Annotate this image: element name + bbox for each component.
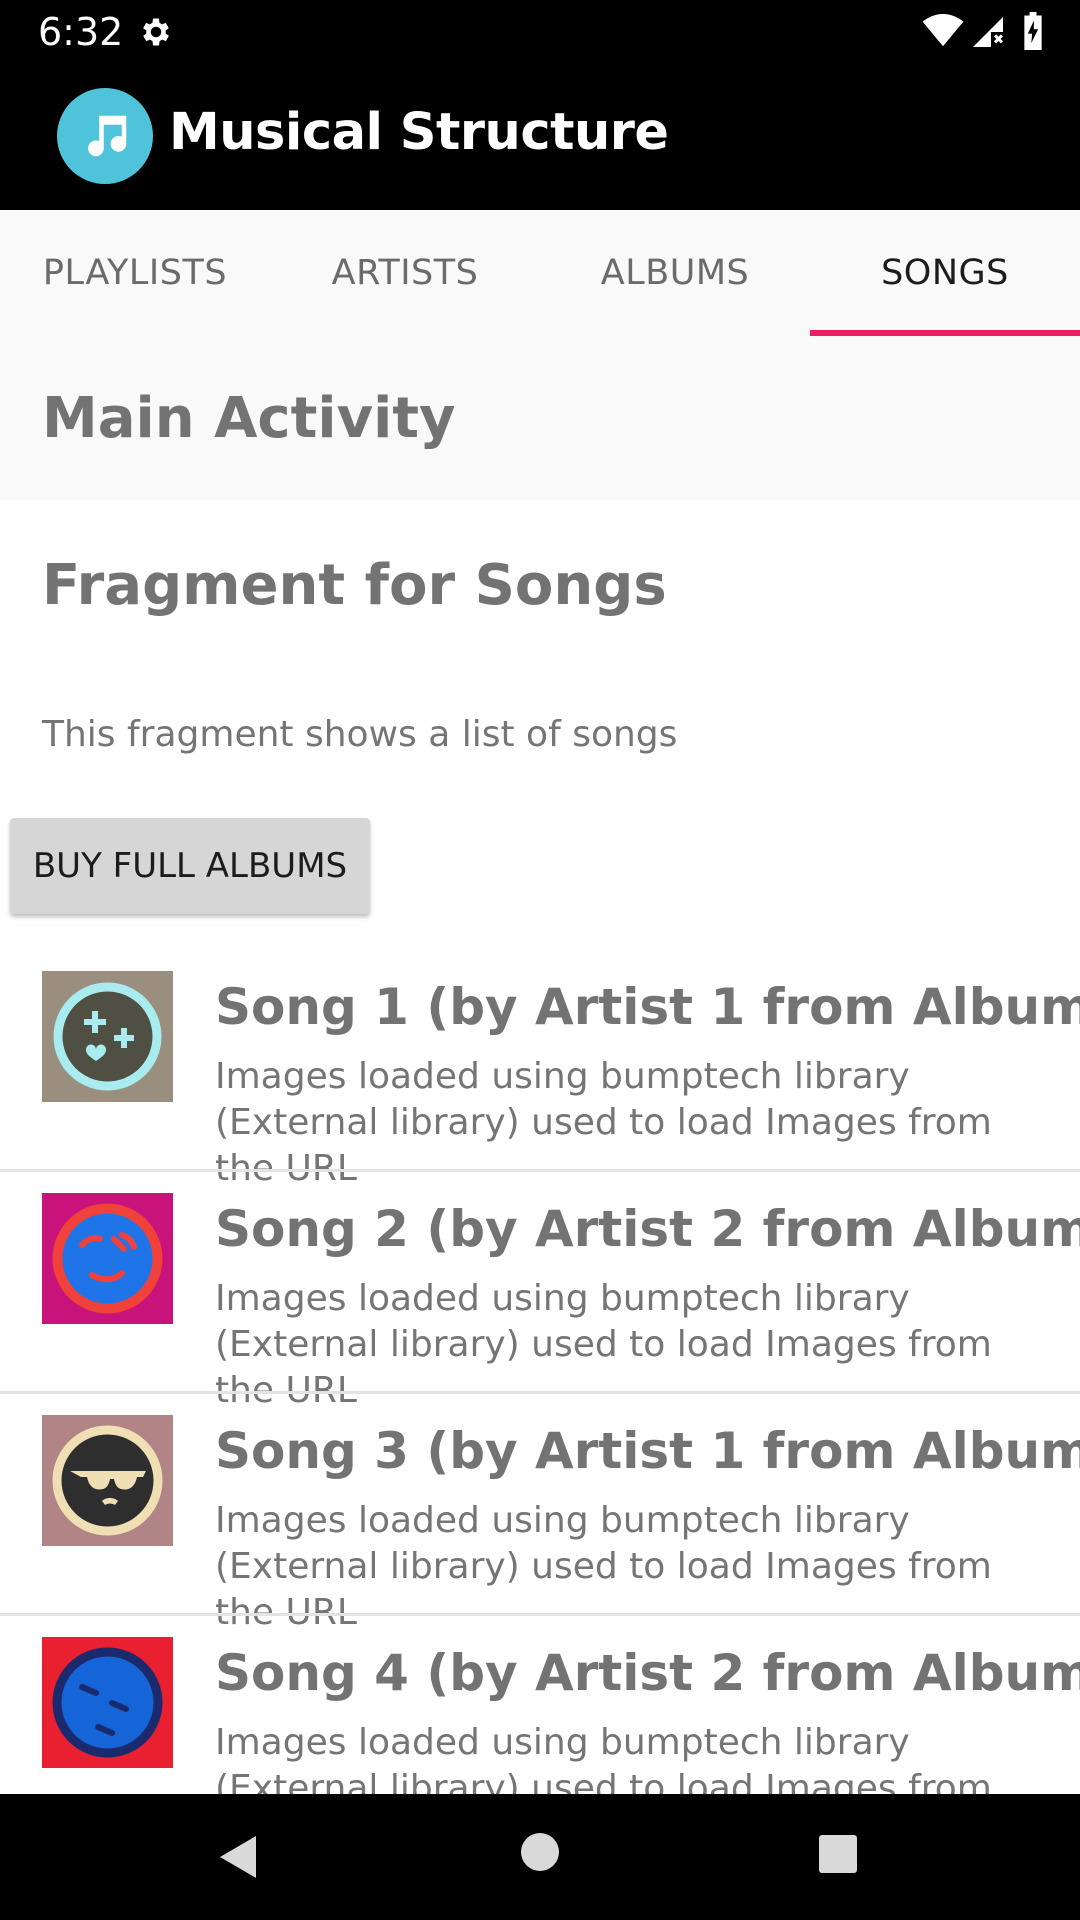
- navigation-bar: [0, 1794, 1080, 1920]
- song-thumbnail: [42, 971, 173, 1102]
- status-time: 6:32: [38, 10, 124, 54]
- song-thumbnail: [42, 1415, 173, 1546]
- status-bar: 6:32: [0, 0, 1080, 63]
- gear-icon: [143, 18, 169, 46]
- app-title: Musical Structure: [169, 103, 669, 162]
- song-title: Song 4 (by Artist 2 from Album 2): [215, 1644, 1080, 1702]
- buy-full-albums-button[interactable]: BUY FULL ALBUMS: [10, 818, 370, 914]
- fragment-title: Fragment for Songs: [42, 553, 667, 618]
- song-title: Song 2 (by Artist 2 from Album 2): [215, 1200, 1080, 1258]
- song-thumbnail: [42, 1193, 173, 1324]
- home-icon[interactable]: [520, 1832, 560, 1872]
- battery-icon: [1024, 12, 1042, 50]
- list-item[interactable]: Song 1 (by Artist 1 from Album 1) Images…: [0, 950, 1080, 1189]
- tab-artists[interactable]: ARTISTS: [270, 210, 540, 336]
- list-item[interactable]: Song 2 (by Artist 2 from Album 2) Images…: [0, 1172, 1080, 1411]
- app-bar: Musical Structure: [0, 63, 1080, 210]
- tab-songs[interactable]: SONGS: [810, 210, 1080, 336]
- signal-icon: [973, 17, 1003, 47]
- page-title: Main Activity: [42, 386, 456, 451]
- song-list: Song 1 (by Artist 1 from Album 1) Images…: [0, 950, 1080, 1794]
- tab-playlists[interactable]: PLAYLISTS: [0, 210, 270, 336]
- list-item[interactable]: Song 4 (by Artist 2 from Album 2) Images…: [0, 1616, 1080, 1794]
- song-thumbnail: [42, 1637, 173, 1768]
- list-item[interactable]: Song 3 (by Artist 1 from Album 1) Images…: [0, 1394, 1080, 1633]
- music-note-icon: [88, 115, 127, 157]
- back-icon[interactable]: [216, 1832, 260, 1882]
- fragment-description: This fragment shows a list of songs: [42, 714, 678, 755]
- wifi-icon: [922, 14, 964, 47]
- song-title: Song 3 (by Artist 1 from Album 1): [215, 1422, 1080, 1480]
- app-logo: [57, 88, 153, 184]
- tab-albums[interactable]: ALBUMS: [540, 210, 810, 336]
- song-description: Images loaded using bumptech library (Ex…: [215, 1722, 992, 1794]
- main-header: Main Activity: [0, 336, 1080, 500]
- song-title: Song 1 (by Artist 1 from Album 1): [215, 978, 1080, 1036]
- recents-icon[interactable]: [818, 1834, 858, 1874]
- tab-bar: PLAYLISTS ARTISTS ALBUMS SONGS: [0, 210, 1080, 336]
